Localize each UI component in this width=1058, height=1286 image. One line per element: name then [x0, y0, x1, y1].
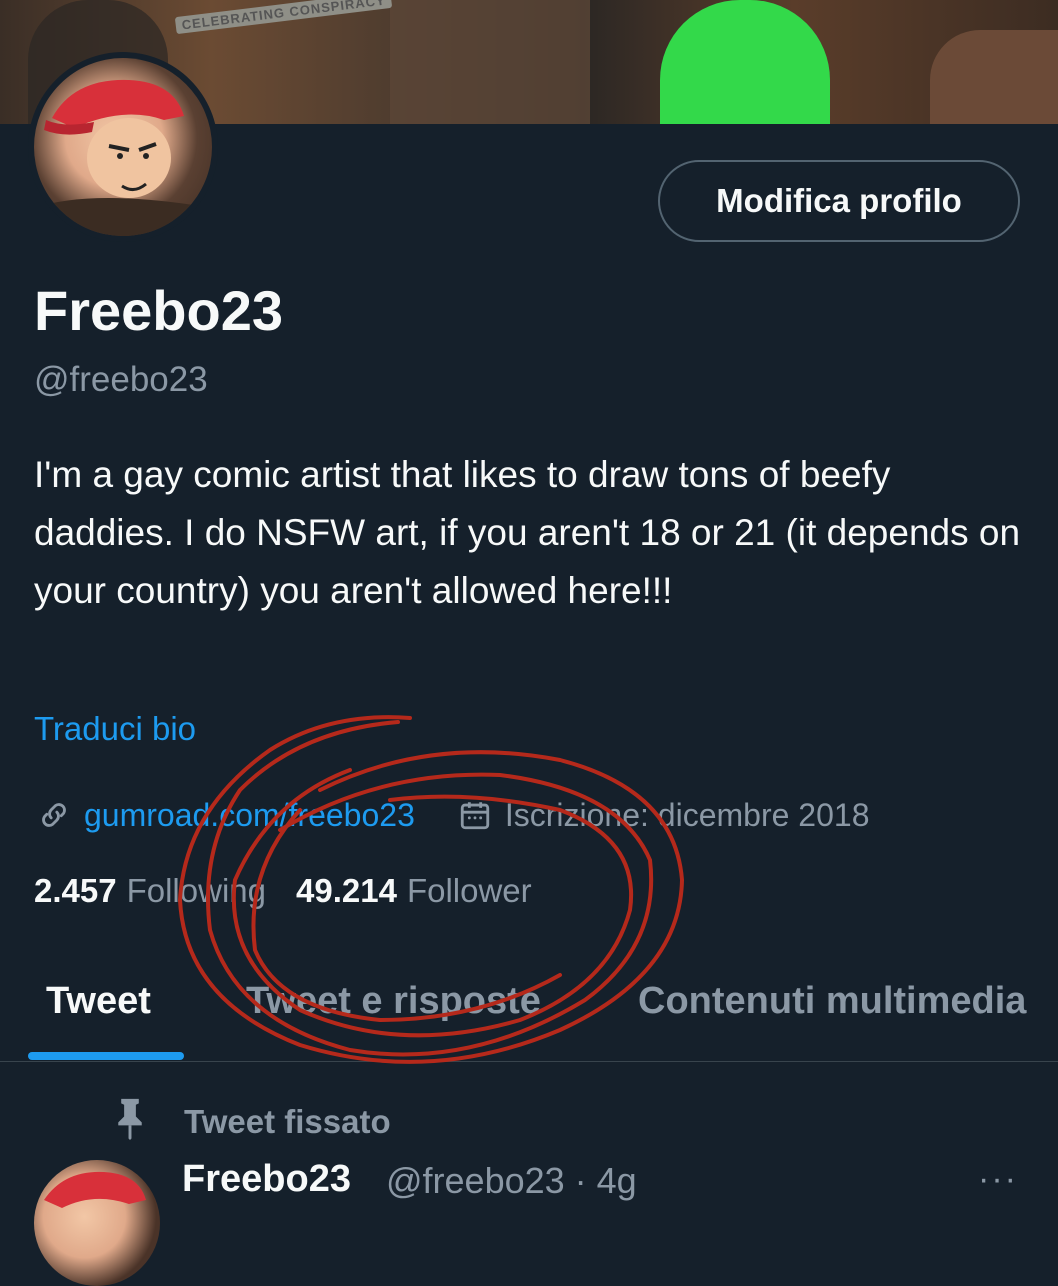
website-link[interactable]: gumroad.com/freebo23: [84, 797, 415, 834]
banner-green-hoodie-figure: [660, 0, 830, 124]
avatar-illustration: [34, 79, 212, 236]
followers-stat[interactable]: 49.214 Follower: [296, 872, 532, 910]
banner-figure-middle: [390, 0, 590, 124]
tabs-divider: [0, 1061, 1058, 1062]
avatar-image: [34, 58, 212, 236]
banner-stamp: CELEBRATING CONSPIRACY: [174, 0, 393, 35]
more-options-icon[interactable]: ···: [978, 1160, 1018, 1199]
link-icon: [34, 795, 74, 835]
translate-bio-link[interactable]: Traduci bio: [34, 710, 196, 748]
tab-contenuti-multimedia[interactable]: Contenuti multimedia: [638, 980, 1026, 1023]
profile-bio: I'm a gay comic artist that likes to dra…: [34, 454, 1021, 611]
followers-label: Follower: [406, 872, 532, 909]
follow-stats: 2.457 Following 49.214 Follower: [34, 872, 532, 910]
profile-tabs: Tweet Tweet e risposte Contenuti multime…: [0, 962, 1058, 1062]
profile-handle: @freebo23: [34, 360, 208, 399]
calendar-icon: [455, 795, 495, 835]
profile-meta-row: gumroad.com/freebo23 Iscrizione: dicembr…: [34, 792, 869, 838]
pin-icon: [112, 1096, 148, 1148]
pinned-label: Tweet fissato: [184, 1103, 391, 1140]
active-tab-indicator: [28, 1052, 184, 1060]
tab-tweet[interactable]: Tweet: [46, 980, 151, 1023]
following-stat[interactable]: 2.457 Following: [34, 872, 266, 910]
tweet-author-name[interactable]: Freebo23: [182, 1158, 351, 1201]
tweet-avatar-illustration: [44, 1171, 146, 1208]
tab-tweet-e-risposte[interactable]: Tweet e risposte: [246, 980, 541, 1023]
followers-count: 49.214: [296, 872, 397, 909]
tweet-author-handle-time: @freebo23 · 4g: [386, 1160, 637, 1201]
tweet-avatar[interactable]: [34, 1160, 160, 1286]
banner-figure-right: [930, 30, 1058, 124]
pinned-tweet-header: Tweet fissato: [112, 1096, 391, 1148]
following-count: 2.457: [34, 872, 117, 909]
edit-profile-button[interactable]: Modifica profilo: [658, 160, 1020, 242]
following-label: Following: [126, 872, 266, 909]
join-date: Iscrizione: dicembre 2018: [504, 796, 870, 833]
display-name: Freebo23: [34, 279, 283, 342]
profile-avatar[interactable]: [28, 52, 218, 242]
tweet-item[interactable]: Freebo23 @freebo23 · 4g ···: [0, 1150, 1058, 1286]
